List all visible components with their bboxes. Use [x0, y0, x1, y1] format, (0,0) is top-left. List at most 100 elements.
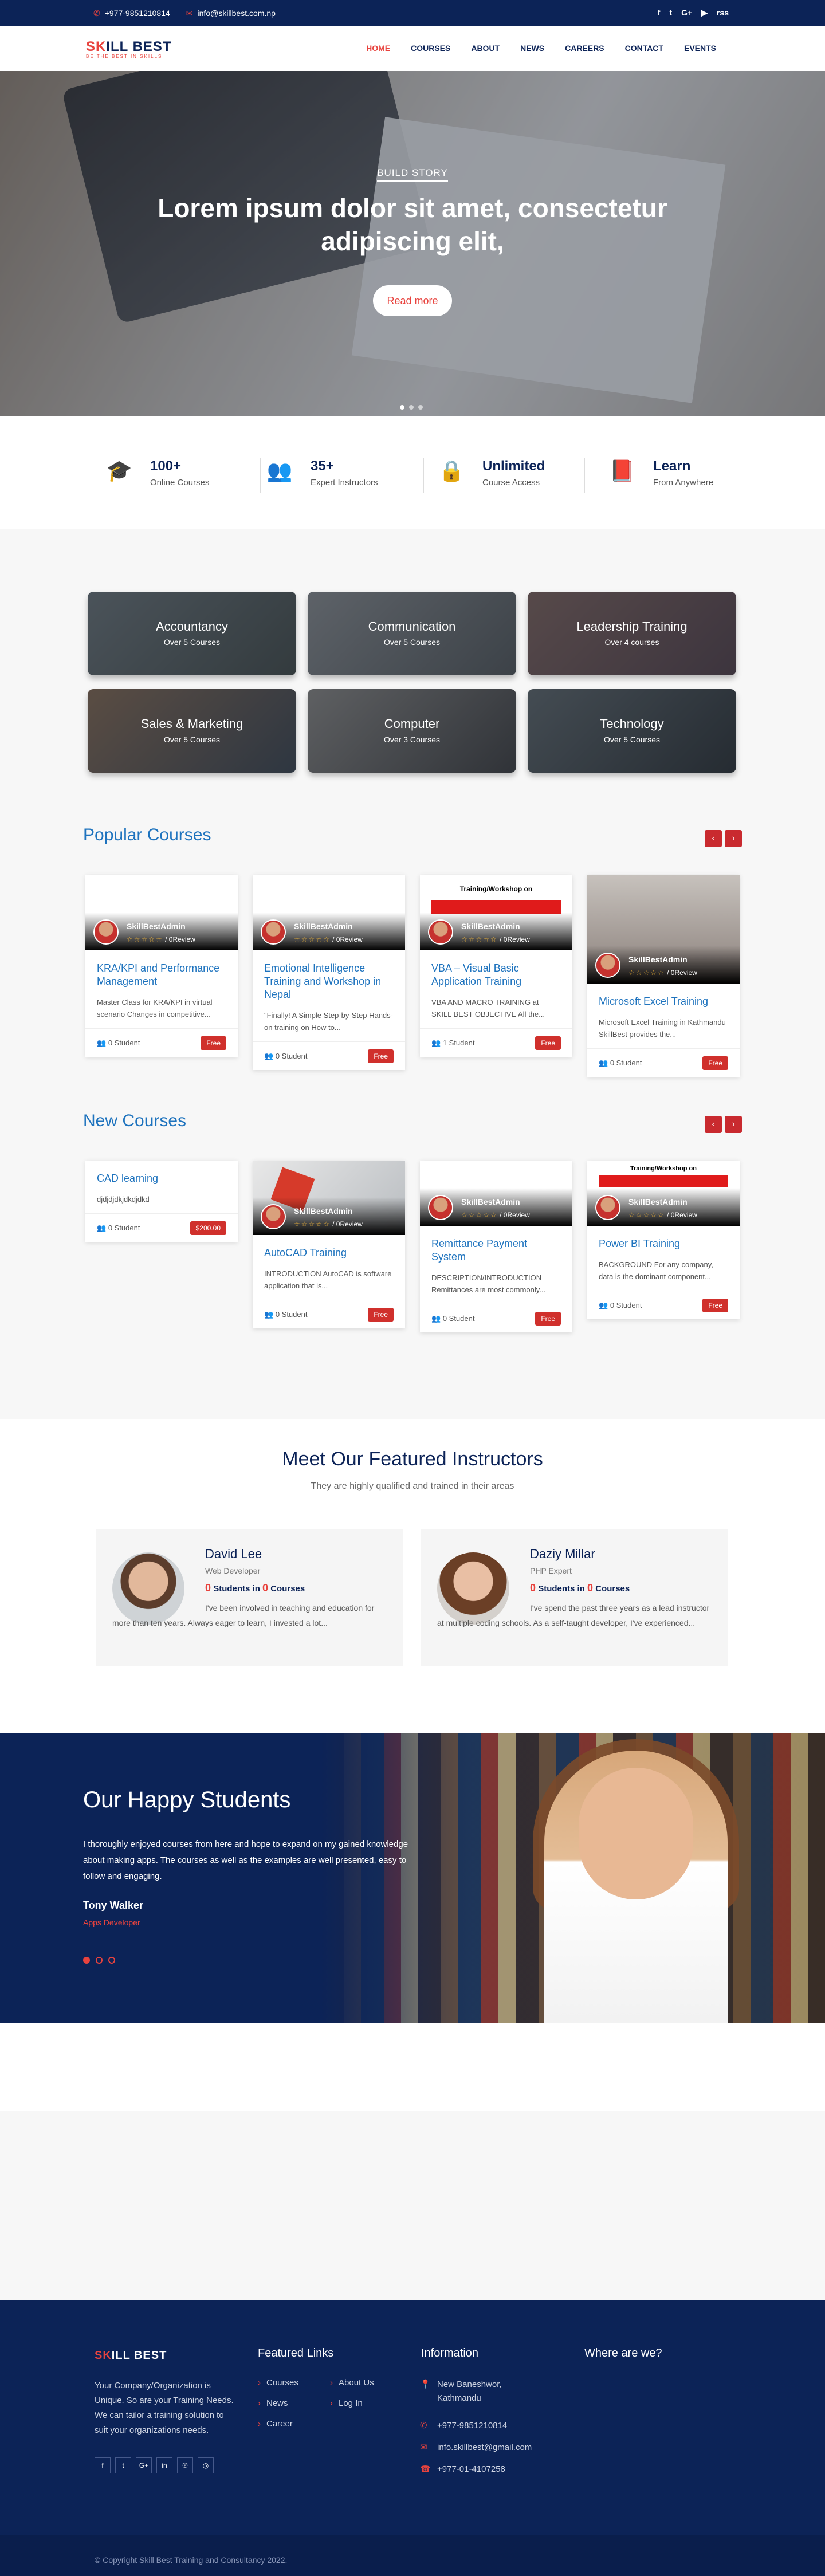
- instructors-subtitle: They are highly qualified and trained in…: [311, 1481, 514, 1491]
- footer-about: Your Company/Organization is Unique. So …: [95, 2381, 234, 2435]
- nav-careers[interactable]: CAREERS: [565, 44, 604, 53]
- category-card-computer[interactable]: Computer Over 3 Courses: [308, 689, 516, 773]
- course-desc: "Finally! A Simple Step-by-Step Hands-on…: [264, 1011, 393, 1032]
- student-count: 👥 0 Student: [431, 1314, 475, 1323]
- mail-icon: ✉: [186, 9, 193, 18]
- slider-dots: [400, 405, 423, 410]
- footer-links-col2: About Us Log In: [330, 2378, 374, 2419]
- course-card[interactable]: SkillBestAdmin ☆☆☆☆☆ / 0Review Remittance…: [420, 1161, 572, 1332]
- slider-dot[interactable]: [96, 1957, 103, 1964]
- price-badge: Free: [535, 1312, 561, 1326]
- course-card[interactable]: SkillBestAdmin ☆☆☆☆☆ / 0Review KRA/KPI an…: [85, 875, 238, 1057]
- instagram-icon[interactable]: ◎: [198, 2457, 214, 2473]
- facebook-icon[interactable]: f: [95, 2457, 111, 2473]
- pinterest-icon[interactable]: ℗: [177, 2457, 193, 2473]
- footer: SKILL BEST Your Company/Organization is …: [0, 2300, 825, 2576]
- testimonial-name: Tony Walker: [83, 1899, 144, 1911]
- star-rating-icon: ☆☆☆☆☆: [461, 1211, 498, 1219]
- price-badge: Free: [535, 1036, 561, 1050]
- course-card[interactable]: SkillBestAdmin ☆☆☆☆☆ / 0Review Microsoft …: [587, 875, 740, 1077]
- student-count: 👥 0 Student: [264, 1310, 308, 1319]
- nav-events[interactable]: EVENTS: [684, 44, 716, 53]
- course-card[interactable]: Training/Workshop on SkillBestAdmin ☆☆☆☆☆ …: [420, 875, 572, 1057]
- course-title[interactable]: Power BI Training: [599, 1237, 728, 1250]
- slider-dot[interactable]: [400, 405, 404, 410]
- category-card-leadership[interactable]: Leadership Training Over 4 courses: [528, 592, 736, 675]
- star-rating-icon: ☆☆☆☆☆: [628, 969, 665, 977]
- prev-arrow-icon[interactable]: ‹: [705, 830, 722, 847]
- nav-about[interactable]: ABOUT: [471, 44, 500, 53]
- spacer: [0, 2023, 825, 2111]
- facebook-icon[interactable]: f: [658, 8, 661, 18]
- phone-icon: ✆: [420, 2421, 427, 2431]
- course-title[interactable]: AutoCAD Training: [264, 1246, 394, 1260]
- nav-home[interactable]: HOME: [366, 44, 390, 53]
- star-rating-icon: ☆☆☆☆☆: [127, 935, 163, 943]
- email-contact[interactable]: ✉ info@skillbest.com.np: [186, 9, 276, 18]
- footer-logo[interactable]: SKILL BEST: [95, 2349, 167, 2362]
- instructor-card[interactable]: David Lee Web Developer 0 Students in 0 …: [96, 1529, 403, 1666]
- linkedin-icon[interactable]: in: [156, 2457, 172, 2473]
- nav-contact[interactable]: CONTACT: [625, 44, 663, 53]
- course-desc: Microsoft Excel Training in Kathmandu Sk…: [599, 1018, 726, 1039]
- course-card[interactable]: SkillBestAdmin ☆☆☆☆☆ / 0Review Emotional …: [253, 875, 405, 1070]
- course-title[interactable]: VBA – Visual Basic Application Training: [431, 962, 561, 988]
- logo[interactable]: SKILL BEST BE THE BEST IN SKILLS: [86, 39, 172, 59]
- instructor-card[interactable]: Daziy Millar PHP Expert 0 Students in 0 …: [421, 1529, 728, 1666]
- course-title[interactable]: CAD learning: [97, 1172, 226, 1185]
- google-plus-icon[interactable]: G+: [136, 2457, 152, 2473]
- slider-dot[interactable]: [108, 1957, 115, 1964]
- read-more-button[interactable]: Read more: [373, 285, 452, 316]
- course-title[interactable]: Microsoft Excel Training: [599, 995, 728, 1008]
- nav-news[interactable]: NEWS: [520, 44, 544, 53]
- avatar: [595, 1195, 620, 1220]
- users-icon: 👥: [266, 459, 293, 482]
- course-desc: INTRODUCTION AutoCAD is software applica…: [264, 1269, 392, 1290]
- price-badge: Free: [702, 1299, 728, 1312]
- course-desc: Master Class for KRA/KPI in virtual scen…: [97, 998, 213, 1018]
- new-courses-title: New Courses: [83, 1111, 187, 1130]
- testimonial-title: Our Happy Students: [83, 1787, 291, 1812]
- price-badge: Free: [201, 1036, 226, 1050]
- nav-courses[interactable]: COURSES: [411, 44, 450, 53]
- stat-item: 📕 Learn From Anywhere: [606, 458, 713, 494]
- footer-link-about[interactable]: About Us: [330, 2378, 374, 2398]
- slider-dot[interactable]: [83, 1957, 90, 1964]
- prev-arrow-icon[interactable]: ‹: [705, 1116, 722, 1133]
- student-count: 👥 0 Student: [97, 1039, 140, 1047]
- footer-social: f t G+ in ℗ ◎: [95, 2457, 214, 2473]
- course-title[interactable]: KRA/KPI and Performance Management: [97, 962, 226, 988]
- next-arrow-icon[interactable]: ›: [725, 830, 742, 847]
- footer-phone[interactable]: ✆ +977-9851210814: [420, 2419, 507, 2433]
- phone-contact[interactable]: ✆ +977-9851210814: [93, 9, 170, 18]
- fax-icon: ☎: [420, 2464, 431, 2474]
- footer-link-news[interactable]: News: [258, 2398, 298, 2419]
- course-desc: BACKGROUND For any company, data is the …: [599, 1260, 713, 1281]
- stat-item: 🔒 Unlimited Course Access: [435, 458, 586, 494]
- footer-link-career[interactable]: Career: [258, 2419, 298, 2440]
- rss-icon[interactable]: rss: [717, 8, 729, 18]
- youtube-icon[interactable]: ▶: [701, 8, 708, 18]
- category-card-communication[interactable]: Communication Over 5 Courses: [308, 592, 516, 675]
- category-card-technology[interactable]: Technology Over 5 Courses: [528, 689, 736, 773]
- course-card[interactable]: Training/Workshop on SkillBestAdmin ☆☆☆☆☆ …: [587, 1161, 740, 1319]
- footer-link-login[interactable]: Log In: [330, 2398, 374, 2419]
- course-card[interactable]: SkillBestAdmin ☆☆☆☆☆ / 0Review AutoCAD Tr…: [253, 1161, 405, 1328]
- student-count: 👥 0 Student: [97, 1224, 140, 1232]
- lock-icon: 🔒: [438, 459, 465, 482]
- stat-item: 🎓 100+ Online Courses: [103, 458, 261, 494]
- category-card-accountancy[interactable]: Accountancy Over 5 Courses: [88, 592, 296, 675]
- footer-link-courses[interactable]: Courses: [258, 2378, 298, 2398]
- course-title[interactable]: Remittance Payment System: [431, 1237, 561, 1264]
- google-plus-icon[interactable]: G+: [681, 8, 692, 18]
- information-title: Information: [421, 2347, 479, 2359]
- footer-email[interactable]: ✉ info.skillbest@gmail.com: [420, 2441, 532, 2455]
- slider-dot[interactable]: [409, 405, 414, 410]
- next-arrow-icon[interactable]: ›: [725, 1116, 742, 1133]
- category-card-sales[interactable]: Sales & Marketing Over 5 Courses: [88, 689, 296, 773]
- slider-dot[interactable]: [418, 405, 423, 410]
- course-card[interactable]: CAD learning djdjdjdkjdkdjdkd 👥 0 Studen…: [85, 1161, 238, 1242]
- twitter-icon[interactable]: t: [669, 8, 672, 18]
- course-title[interactable]: Emotional Intelligence Training and Work…: [264, 962, 394, 1001]
- twitter-icon[interactable]: t: [115, 2457, 131, 2473]
